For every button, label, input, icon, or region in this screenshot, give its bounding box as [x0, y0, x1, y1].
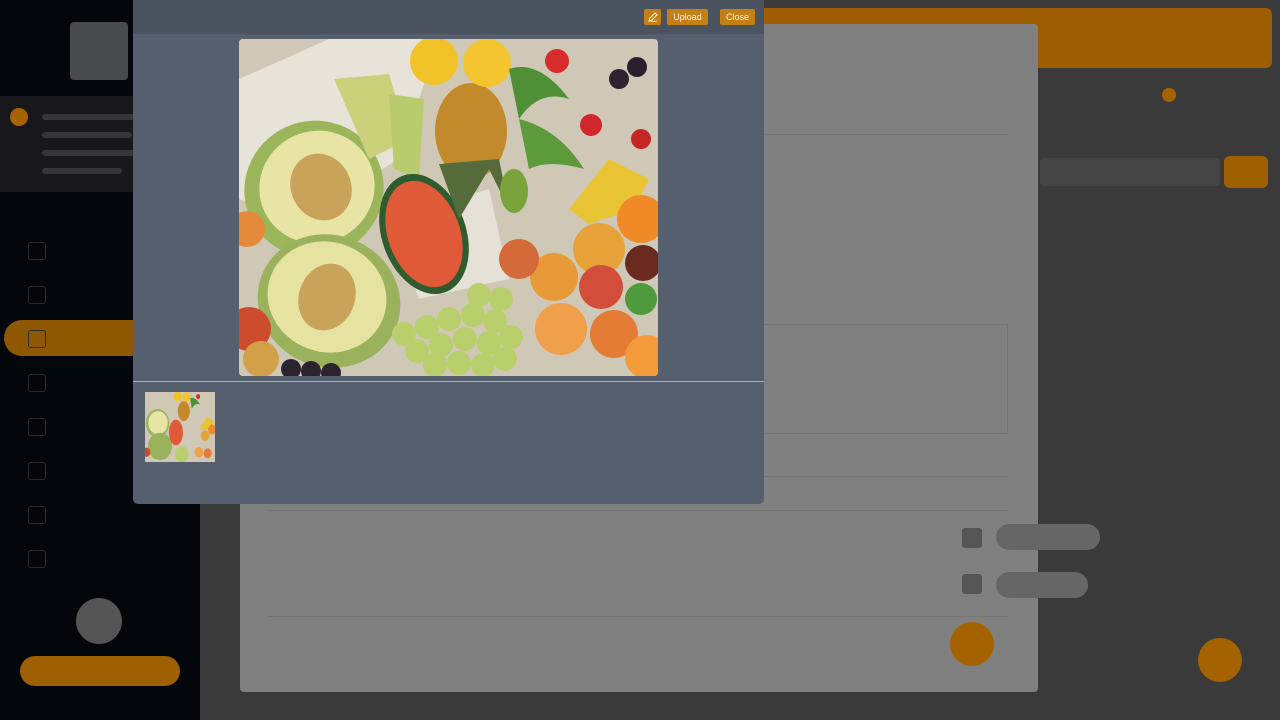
nav-icon: [28, 550, 46, 568]
viewer-toolbar: Upload Close: [133, 0, 764, 34]
avatar[interactable]: [76, 598, 122, 644]
nav-icon: [28, 418, 46, 436]
nav-icon: [28, 286, 46, 304]
pencil-icon: [647, 12, 658, 22]
sidebar-action-button[interactable]: [20, 656, 180, 686]
tab-indicator-dot: [1162, 88, 1176, 102]
option-icon: [962, 574, 982, 594]
divider: [268, 510, 1008, 511]
option-toggle[interactable]: [996, 572, 1088, 598]
option-icon: [962, 528, 982, 548]
sidebar-item[interactable]: [28, 506, 178, 526]
option-toggle[interactable]: [996, 524, 1100, 550]
profile-detail-line: [42, 132, 132, 138]
panel-action-button[interactable]: [950, 622, 994, 666]
image-viewer-modal: Upload Close: [133, 0, 764, 504]
upload-button[interactable]: Upload: [667, 9, 708, 25]
nav-icon: [28, 462, 46, 480]
search-button[interactable]: [1224, 156, 1268, 188]
image-thumbnail[interactable]: [145, 392, 215, 462]
nav-icon: [28, 374, 46, 392]
divider: [268, 616, 1008, 617]
viewer-divider: [133, 381, 764, 382]
edit-button[interactable]: [644, 9, 661, 25]
status-dot: [10, 108, 28, 126]
nav-icon: [28, 506, 46, 524]
nav-icon: [28, 330, 46, 348]
close-button[interactable]: Close: [720, 9, 755, 25]
thumbnail-image: [145, 392, 215, 462]
profile-detail-line: [42, 168, 122, 174]
app-logo: [70, 22, 128, 80]
floating-action-button[interactable]: [1198, 638, 1242, 682]
sidebar-item[interactable]: [28, 550, 178, 570]
fruit-photo: [239, 39, 658, 376]
main-preview-image: [239, 39, 658, 376]
nav-icon: [28, 242, 46, 260]
search-input[interactable]: [1040, 158, 1220, 186]
